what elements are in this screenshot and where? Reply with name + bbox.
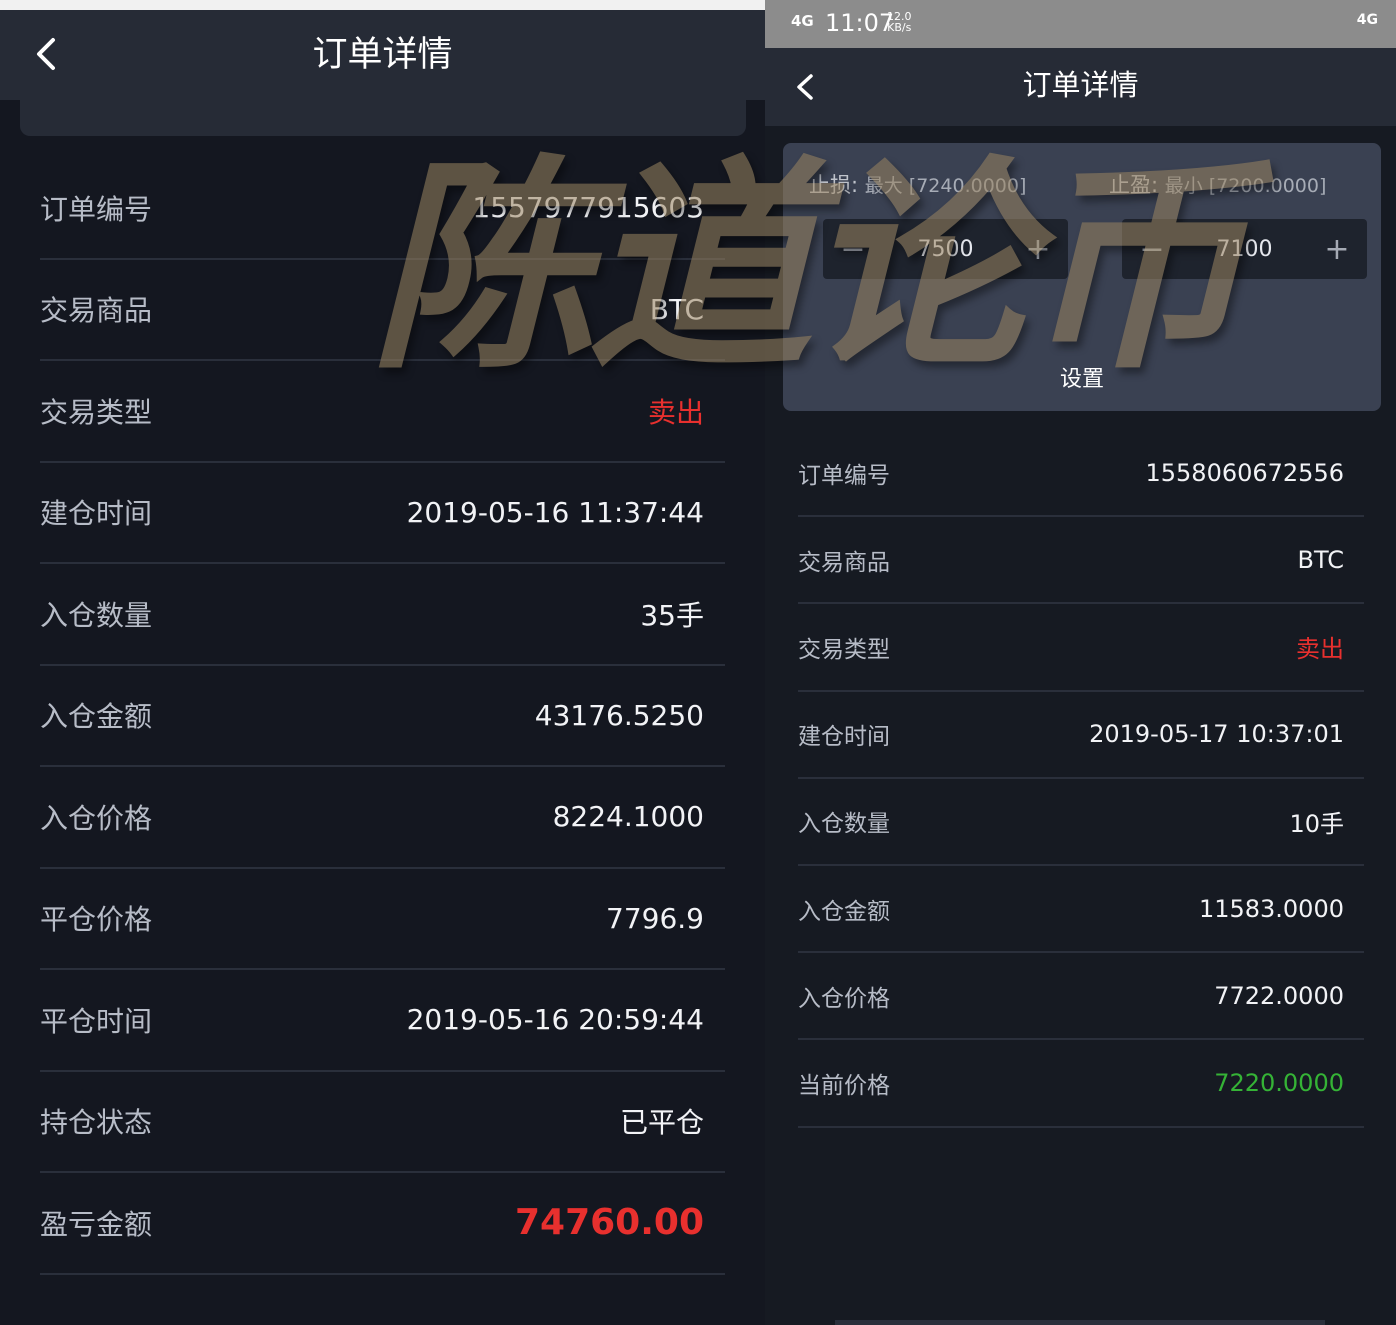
row-label: 盈亏金额 [40, 1207, 153, 1241]
amount-row: 入仓金额 11583.0000 [798, 866, 1364, 954]
stop-loss-stepper: − 7500 + [823, 219, 1068, 279]
network-indicator: 4G [1356, 12, 1378, 28]
take-profit-title: 止盈: [1109, 173, 1159, 197]
row-label: 当前价格 [798, 1072, 890, 1099]
open-time-row: 建仓时间 2019-05-17 10:37:01 [798, 692, 1364, 779]
take-profit-stepper: − 7100 + [1122, 219, 1367, 279]
page-title: 订单详情 [312, 35, 453, 75]
row-label: 入仓价格 [40, 801, 153, 835]
stop-loss-title: 止损: [809, 173, 859, 197]
bottom-divider [835, 1320, 1325, 1325]
network-speed: 12.0 KB/s [887, 11, 912, 33]
row-label: 订单编号 [40, 192, 153, 226]
trade-type-row: 交易类型 卖出 [40, 361, 725, 463]
row-label: 入仓金额 [798, 898, 890, 925]
row-label: 交易商品 [40, 294, 153, 328]
close-price-row: 平仓价格 7796.9 [40, 869, 725, 970]
current-price-row: 当前价格 7220.0000 [798, 1040, 1364, 1128]
quantity-row: 入仓数量 10手 [798, 779, 1364, 866]
row-label: 持仓状态 [40, 1106, 153, 1140]
close-time-value: 2019-05-16 20:59:44 [406, 1003, 704, 1037]
row-label: 入仓数量 [798, 811, 890, 838]
open-time-value: 2019-05-16 11:37:44 [406, 495, 704, 529]
left-order-screen: 订单详情 订单编号 1557977915603 交易商品 BTC 交易类型 卖出 建仓… [0, 0, 765, 1325]
order-id-row: 订单编号 1558060672556 [798, 430, 1364, 518]
take-profit-plus-button[interactable]: + [1307, 232, 1367, 267]
open-price-row: 入仓价格 8224.1000 [40, 767, 725, 869]
row-label: 入仓金额 [40, 700, 153, 734]
speed-unit: KB/s [887, 21, 912, 34]
quantity-row: 入仓数量 35手 [40, 564, 725, 666]
product-row: 交易商品 BTC [798, 517, 1364, 605]
open-time-row: 建仓时间 2019-05-16 11:37:44 [40, 463, 725, 564]
position-status-row: 持仓状态 已平仓 [40, 1072, 725, 1173]
stop-loss-range: 最大 [7240.0000] [864, 175, 1027, 197]
trade-type-row: 交易类型 卖出 [798, 604, 1364, 692]
status-time: 11:07 [825, 9, 895, 37]
position-status-value: 已平仓 [619, 1106, 704, 1140]
amount-value: 11583.0000 [1198, 894, 1344, 923]
quantity-value: 10手 [1289, 809, 1344, 838]
status-bar: 4G 11:07 12.0 KB/s 4G [765, 0, 1396, 48]
stop-loss-take-profit-card: 止损: 最大 [7240.0000] 止盈: 最小 [7200.0000] − … [783, 143, 1381, 411]
row-label: 订单编号 [798, 462, 890, 489]
profit-loss-value: 74760.00 [514, 1202, 704, 1244]
order-detail-list: 订单编号 1557977915603 交易商品 BTC 交易类型 卖出 建仓时间 201… [40, 158, 725, 1275]
page-title: 订单详情 [1022, 68, 1139, 102]
current-price-value: 7220.0000 [1214, 1068, 1344, 1097]
close-price-value: 7796.9 [606, 901, 704, 935]
row-label: 入仓价格 [798, 985, 890, 1012]
order-id-row: 订单编号 1557977915603 [40, 158, 725, 260]
set-button[interactable]: 设置 [783, 361, 1381, 393]
row-label: 建仓时间 [798, 724, 890, 751]
open-time-value: 2019-05-17 10:37:01 [1089, 720, 1344, 749]
row-label: 入仓数量 [40, 598, 153, 632]
order-id-value: 1557977915603 [472, 191, 704, 225]
order-id-value: 1558060672556 [1145, 458, 1344, 487]
row-label: 平仓价格 [40, 903, 153, 937]
open-price-value: 8224.1000 [552, 800, 704, 834]
stop-loss-input[interactable]: 7500 [918, 237, 974, 262]
product-value: BTC [1297, 545, 1344, 574]
stop-loss-label: 止损: 最大 [7240.0000] [809, 169, 1026, 199]
row-label: 建仓时间 [40, 497, 153, 531]
row-label: 平仓时间 [40, 1004, 153, 1038]
take-profit-minus-button[interactable]: − [1122, 232, 1182, 267]
product-value: BTC [649, 292, 704, 326]
profit-loss-row: 盈亏金额 74760.00 [40, 1173, 725, 1275]
status-bar [0, 0, 765, 10]
row-label: 交易商品 [798, 549, 890, 576]
take-profit-input[interactable]: 7100 [1217, 237, 1273, 262]
right-order-screen: 4G 11:07 12.0 KB/s 4G 订单详情 止损: 最大 [7240.0… [765, 0, 1396, 1325]
open-price-value: 7722.0000 [1214, 981, 1344, 1010]
order-detail-list: 订单编号 1558060672556 交易商品 BTC 交易类型 卖出 建仓时间 201… [798, 430, 1364, 1128]
row-label: 交易类型 [798, 636, 890, 663]
stop-loss-plus-button[interactable]: + [1008, 232, 1068, 267]
close-time-row: 平仓时间 2019-05-16 20:59:44 [40, 970, 725, 1072]
product-row: 交易商品 BTC [40, 260, 725, 361]
take-profit-label: 止盈: 最小 [7200.0000] [1109, 169, 1326, 199]
take-profit-range: 最小 [7200.0000] [1164, 175, 1327, 197]
signal-indicator: 4G [791, 12, 814, 30]
open-price-row: 入仓价格 7722.0000 [798, 953, 1364, 1041]
row-label: 交易类型 [40, 395, 153, 429]
trade-type-value: 卖出 [1296, 635, 1344, 664]
trade-type-value: 卖出 [647, 395, 704, 429]
header-card [20, 100, 746, 136]
quantity-value: 35手 [640, 598, 704, 632]
stop-loss-minus-button[interactable]: − [823, 232, 883, 267]
amount-value: 43176.5250 [534, 698, 704, 732]
amount-row: 入仓金额 43176.5250 [40, 666, 725, 767]
